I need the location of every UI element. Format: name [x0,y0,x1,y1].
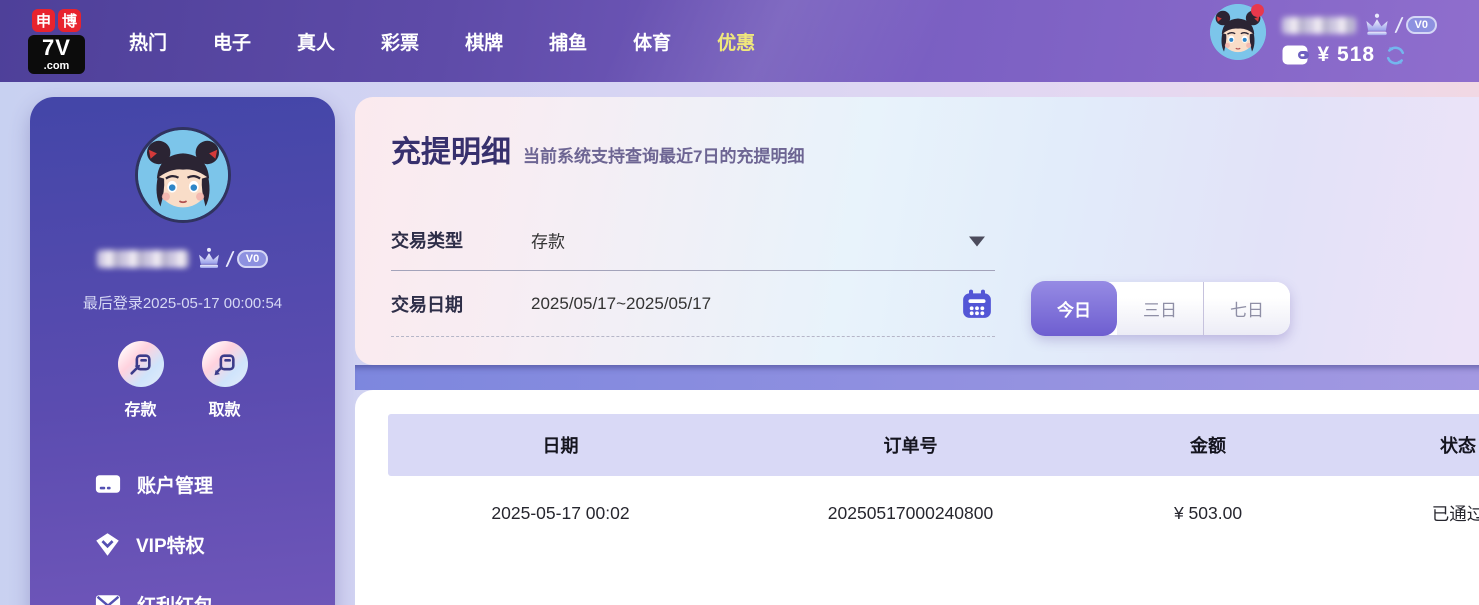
filter-panel: 充提明细 当前系统支持查询最近7日的充提明细 交易类型 存款 交易日期 2025… [355,97,1479,365]
range-button-today[interactable]: 今日 [1031,281,1117,336]
nav-item-fishing[interactable]: 捕鱼 [549,28,587,55]
cell-amount: ¥ 503.00 [1173,502,1243,523]
vip-crown-icon [198,247,219,268]
records-table-panel: 日期 订单号 金额 状态 2025-05-17 00:02 2025051700… [355,390,1479,605]
sidebar-item-bonus-redpacket[interactable]: 红利红包 [30,574,335,605]
vip-privilege-icon [96,532,119,556]
table-row: 2025-05-17 00:02 20250517000240800 ¥ 503… [388,476,1479,550]
username-blurred [96,249,189,268]
balance-amount: ¥ 518 [1317,43,1376,66]
notification-dot [1250,4,1264,17]
nav-item-slots[interactable]: 电子 [213,28,251,55]
user-cluster: V0 ¥ 518 [1209,4,1437,67]
cell-order-no: 20250517000240800 [827,502,994,523]
withdraw-label: 取款 [208,402,241,419]
balance-row: ¥ 518 [1282,43,1437,67]
wallet-icon [1282,45,1309,65]
main-navigation: 热门 电子 真人 彩票 棋牌 捕鱼 体育 优惠 [129,28,755,55]
main-content: 充提明细 当前系统支持查询最近7日的充提明细 交易类型 存款 交易日期 2025… [355,97,1479,605]
nav-item-cards[interactable]: 棋牌 [465,28,503,55]
page-header: 充提明细 当前系统支持查询最近7日的充提明细 [391,127,804,171]
vip-slash-divider [225,250,235,267]
logo-badge-shen: 申 [32,8,55,32]
column-header-status: 状态 [1440,436,1476,456]
quick-actions: 存款 取款 [117,341,248,420]
menu-label: VIP特权 [136,535,205,557]
menu-label: 红利红包 [137,591,213,605]
calendar-icon[interactable] [961,288,993,320]
filter-form: 交易类型 存款 交易日期 2025/05/17~2025/05/17 [391,209,995,337]
panel-gap [355,365,1479,390]
user-avatar[interactable] [1209,4,1266,60]
deposit-label: 存款 [124,402,157,419]
date-range-buttons: 今日 三日 七日 [1031,281,1290,336]
vip-slash-divider [1393,17,1404,33]
chevron-down-icon[interactable] [969,236,985,246]
withdraw-button[interactable]: 取款 [201,341,248,420]
red-packet-envelope-icon [95,595,121,605]
sidebar-username-row: V0 [96,247,269,270]
transaction-type-label: 交易类型 [391,230,463,251]
logo-badge-bo: 博 [58,8,81,32]
username-blurred [1281,16,1356,34]
sidebar-menu: 账户管理 VIP特权 红利红包 [30,454,335,605]
cell-status: 已通过 [1431,503,1479,524]
table-header: 日期 订单号 金额 状态 [388,414,1479,476]
nav-item-lottery[interactable]: 彩票 [381,28,419,55]
range-button-3days[interactable]: 三日 [1117,282,1204,335]
username-row: V0 [1281,13,1437,37]
deposit-button[interactable]: 存款 [117,341,164,420]
range-button-7days[interactable]: 七日 [1204,282,1290,335]
refresh-balance-icon[interactable] [1384,44,1407,67]
column-header-amount: 金额 [1190,436,1226,456]
top-navbar: 申 博 7V .com 热门 电子 真人 彩票 棋牌 捕鱼 体育 优惠 V0 ¥… [0,0,1479,82]
logo-name-block: 7V .com [28,34,85,74]
deposit-icon [117,341,164,387]
transaction-date-input[interactable]: 2025/05/17~2025/05/17 [531,294,711,314]
last-login-text: 最后登录2025-05-17 00:00:54 [82,295,283,312]
nav-item-live[interactable]: 真人 [297,28,335,55]
bank-card-icon [95,475,121,493]
transaction-type-select[interactable]: 存款 [531,227,565,252]
vip-level-badge: V0 [1405,16,1437,34]
site-logo[interactable]: 申 博 7V .com [28,8,85,74]
transaction-type-row: 交易类型 存款 [391,209,995,271]
withdraw-icon [201,341,248,387]
logo-name: 7V [42,34,71,60]
logo-badges: 申 博 [32,8,81,32]
vip-level-badge: V0 [236,249,269,268]
nav-item-hot[interactable]: 热门 [129,28,167,55]
vip-crown-icon [1365,13,1388,36]
sidebar-avatar[interactable] [134,127,231,223]
page-subtitle: 当前系统支持查询最近7日的充提明细 [523,147,805,166]
column-header-order-no: 订单号 [883,436,938,456]
sidebar-item-account-management[interactable]: 账户管理 [30,454,335,514]
profile-sidebar: V0 最后登录2025-05-17 00:00:54 存款 取款 账户管理 VI… [30,97,335,605]
transaction-date-row: 交易日期 2025/05/17~2025/05/17 [391,271,995,337]
nav-item-sports[interactable]: 体育 [633,28,671,55]
nav-item-promos[interactable]: 优惠 [717,28,755,55]
menu-label: 账户管理 [137,475,214,497]
sidebar-item-vip-privileges[interactable]: VIP特权 [30,514,335,574]
column-header-date: 日期 [542,436,579,456]
cell-date: 2025-05-17 00:02 [491,502,630,523]
page-title: 充提明细 [391,136,511,169]
logo-tld: .com [43,59,70,72]
user-info: V0 ¥ 518 [1281,4,1437,67]
transaction-date-label: 交易日期 [391,294,463,315]
avatar-cartoon-girl [137,130,228,220]
